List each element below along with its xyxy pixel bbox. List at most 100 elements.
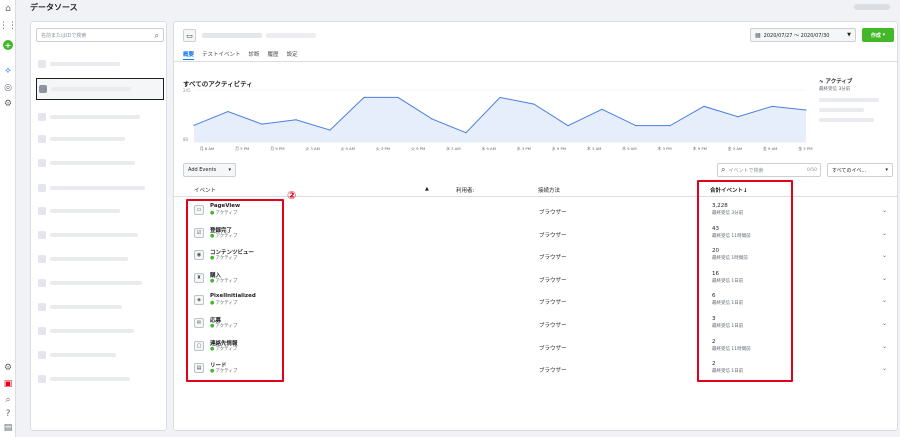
source-item[interactable] xyxy=(36,53,164,75)
chevron-down-icon[interactable]: ⌄ xyxy=(882,320,887,327)
event-connection-method: ブラウザー xyxy=(539,255,567,262)
x-tick-label: 水 9 AM xyxy=(481,146,496,151)
settings-circle-icon[interactable]: ◎ xyxy=(2,82,14,94)
source-search-placeholder: 名前またはIDで検索 xyxy=(41,32,87,39)
data-point xyxy=(465,132,467,134)
chevron-down-icon[interactable]: ⌄ xyxy=(882,230,887,237)
date-range-picker[interactable]: ▦ 2020/07/27 〜 2020/07/30 ▼ xyxy=(750,28,856,42)
add-events-button[interactable]: Add Events ▾ xyxy=(183,163,236,177)
activity-status-label: アクティブ xyxy=(825,79,853,85)
y-tick-label: 245 xyxy=(183,88,191,93)
source-search-input[interactable]: 名前またはIDで検索 ⌕ xyxy=(36,28,164,42)
event-connection-method: ブラウザー xyxy=(539,345,567,352)
x-tick-label: 金 3 PM xyxy=(798,146,812,151)
apps-grid-icon[interactable]: ⋮⋮ xyxy=(0,20,17,32)
chevron-down-icon[interactable]: ⌄ xyxy=(882,252,887,259)
pixel-overview-panel: ▭ ▦ 2020/07/27 〜 2020/07/30 ▼ 作成 ▾ 概要 テス… xyxy=(173,21,898,431)
event-filter-dropdown[interactable]: すべてのイベ... ▾ xyxy=(827,163,893,177)
data-point xyxy=(397,96,399,99)
data-point xyxy=(261,123,263,125)
source-item[interactable] xyxy=(36,320,164,342)
source-item-selected[interactable] xyxy=(36,78,164,100)
tab-bar: 概要 テストイベント 診断 履歴 設定 xyxy=(183,50,306,60)
panel-icon[interactable]: ▤ xyxy=(2,422,14,434)
event-connection-method: ブラウザー xyxy=(539,323,567,329)
tab-overview[interactable]: 概要 xyxy=(183,50,195,60)
x-tick-label: 水 3 PM xyxy=(517,146,531,151)
create-button[interactable]: 作成 ▾ xyxy=(862,28,894,42)
add-icon[interactable]: + xyxy=(2,39,14,51)
event-filter-label: すべてのイベ... xyxy=(832,167,867,174)
tab-history[interactable]: 履歴 xyxy=(268,50,279,60)
data-point xyxy=(533,103,535,105)
search-icon: ⌕ xyxy=(721,165,726,174)
source-item[interactable] xyxy=(36,200,164,222)
source-item[interactable] xyxy=(36,296,164,318)
x-tick-label: 木 3 PM xyxy=(657,146,671,151)
create-button-label: 作成 xyxy=(870,32,881,39)
data-source-list: 名前またはIDで検索 ⌕ xyxy=(30,21,167,431)
tab-test-events[interactable]: テストイベント xyxy=(202,50,241,60)
data-point xyxy=(567,125,569,127)
source-item[interactable] xyxy=(36,106,164,128)
col-connection-method[interactable]: 接続方法 xyxy=(538,186,560,194)
activity-status: ∿ アクティブ 最終受信 3分前 xyxy=(819,77,894,122)
chevron-down-icon[interactable]: ⌄ xyxy=(882,275,887,282)
redacted-bar xyxy=(819,118,874,122)
data-sources-icon[interactable]: ⟡ xyxy=(2,65,14,77)
x-tick-label: 火 3 PM xyxy=(376,146,390,151)
tab-divider xyxy=(174,61,897,62)
account-info-redacted[interactable] xyxy=(854,4,890,10)
chevron-down-icon[interactable]: ⌄ xyxy=(882,343,887,350)
col-used-by[interactable]: 利用者: xyxy=(456,186,474,194)
search-icon[interactable]: ⌕ xyxy=(2,394,14,406)
data-point xyxy=(193,124,195,126)
highlight-box-totals xyxy=(697,180,793,382)
source-item[interactable] xyxy=(36,368,164,390)
data-point xyxy=(499,96,501,99)
activity-status-sub: 最終受信 3分前 xyxy=(819,87,851,92)
source-item[interactable] xyxy=(36,272,164,294)
data-point xyxy=(431,118,433,120)
notifications-icon[interactable]: ▣ xyxy=(2,378,14,390)
x-tick-label: 木 9 PM xyxy=(693,146,707,151)
chevron-down-icon[interactable]: ⌄ xyxy=(882,365,887,372)
event-connection-method: ブラウザー xyxy=(539,277,567,284)
search-icon: ⌕ xyxy=(154,31,159,40)
chevron-down-icon[interactable]: ⌄ xyxy=(882,207,887,214)
source-item[interactable] xyxy=(36,344,164,366)
left-nav-rail: ⌂ ⋮⋮ + ⟡ ◎ ⚙ ⚙ ▣ ⌕ ? ▤ xyxy=(0,0,17,437)
x-tick-label: 金 9 AM xyxy=(763,146,778,151)
tab-settings[interactable]: 設定 xyxy=(287,50,298,60)
tab-diagnostics[interactable]: 診断 xyxy=(249,50,260,60)
y-tick-label: 80 xyxy=(183,137,189,142)
event-search-placeholder: イベントで検索 xyxy=(728,167,764,174)
chevron-down-icon: ▼ xyxy=(847,32,851,38)
chevron-down-icon: ▾ xyxy=(885,167,888,173)
help-icon[interactable]: ? xyxy=(2,408,14,420)
data-point xyxy=(771,105,773,107)
source-item[interactable] xyxy=(36,128,164,150)
chevron-down-icon[interactable]: ⌄ xyxy=(882,297,887,304)
settings-icon[interactable]: ⚙ xyxy=(2,362,14,374)
source-item[interactable] xyxy=(36,152,164,174)
home-icon[interactable]: ⌂ xyxy=(2,3,14,15)
col-event[interactable]: イベント xyxy=(194,186,216,194)
source-item[interactable] xyxy=(36,248,164,270)
x-tick-label: 木 3 AM xyxy=(587,146,602,151)
top-bar: データソース xyxy=(16,0,900,15)
source-item[interactable] xyxy=(36,224,164,246)
x-tick-label: 月 9 PM xyxy=(270,146,284,151)
source-item[interactable] xyxy=(36,177,164,199)
x-tick-label: 月 6 AM xyxy=(200,146,215,151)
activity-chart: 245 80 月 6 AM 月 3 PM 月 9 PM 火 3 AM 火 9 AM 火 3 P… xyxy=(183,88,813,151)
event-search-input[interactable]: ⌕ イベントで検索 0/50 xyxy=(717,163,821,177)
x-tick-label: 火 9 AM xyxy=(341,146,356,151)
data-point xyxy=(363,96,365,99)
date-range-text: 2020/07/27 〜 2020/07/30 xyxy=(763,32,830,39)
partner-icon[interactable]: ⚙ xyxy=(2,98,14,110)
page-title: データソース xyxy=(30,3,78,12)
col-warning-icon: ▲ xyxy=(425,186,429,192)
x-tick-label: 金 3 AM xyxy=(728,146,743,151)
pixel-icon: ▭ xyxy=(183,29,196,42)
